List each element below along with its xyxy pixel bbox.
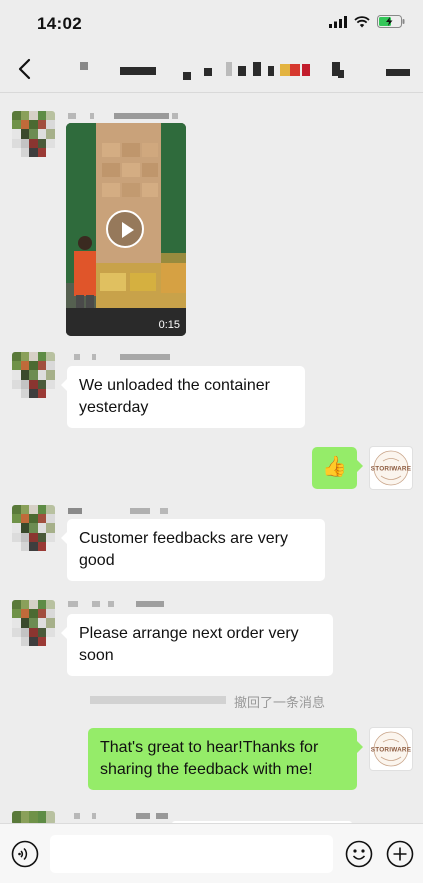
status-icons — [329, 15, 405, 28]
svg-text:STORIWARE: STORIWARE — [371, 747, 412, 754]
message-bubble[interactable]: We unloaded the container yesterday — [61, 366, 305, 428]
voice-icon[interactable] — [11, 840, 39, 868]
message-bubble[interactable]: Customer feedbacks are very good — [61, 519, 325, 581]
message-text: Please arrange next order very soon — [79, 625, 299, 664]
status-time: 14:02 — [37, 14, 82, 33]
sender-name-pixelated — [68, 598, 178, 610]
cellular-signal-icon — [329, 15, 347, 28]
storiware-logo: STORIWARE — [371, 450, 412, 486]
recall-name-pixelated — [90, 696, 226, 704]
message-bubble[interactable]: Please arrange next order very soon — [61, 614, 333, 676]
my-avatar[interactable]: STORIWARE — [369, 727, 413, 771]
sender-name-pixelated — [74, 351, 184, 363]
chevron-left-icon[interactable] — [14, 56, 36, 82]
wifi-icon — [354, 15, 370, 27]
video-message[interactable]: 0:15 — [66, 123, 186, 336]
message-bubble[interactable]: That's great to hear!Thanks for sharing … — [88, 728, 363, 790]
battery-charging-icon — [377, 15, 405, 28]
contact-avatar[interactable] — [12, 505, 55, 551]
message-input[interactable] — [50, 835, 333, 873]
video-duration: 0:15 — [158, 319, 180, 331]
thumbs-up-icon: 👍 — [322, 456, 347, 478]
emoji-icon[interactable] — [345, 840, 373, 868]
contact-avatar[interactable] — [12, 352, 55, 398]
contact-avatar[interactable] — [12, 600, 55, 646]
storiware-logo: STORIWARE — [371, 731, 412, 767]
input-bar — [0, 823, 423, 883]
message-text: That's great to hear!Thanks for sharing … — [100, 739, 319, 778]
sender-name-pixelated — [68, 505, 178, 517]
plus-icon[interactable] — [386, 840, 414, 868]
my-avatar[interactable]: STORIWARE — [369, 446, 413, 490]
sender-name-pixelated — [68, 110, 188, 122]
status-bar: 14:02 — [0, 0, 423, 46]
chat-header — [0, 46, 423, 93]
contact-avatar[interactable] — [12, 111, 55, 157]
message-bubble[interactable]: 👍 — [312, 447, 363, 489]
system-notice-recalled: 撤回了一条消息 — [0, 691, 423, 710]
play-icon[interactable] — [106, 210, 144, 248]
sender-name-pixelated — [74, 810, 184, 822]
chat-title-pixelated — [80, 62, 410, 80]
svg-text:STORIWARE: STORIWARE — [371, 466, 412, 473]
message-text: We unloaded the container yesterday — [79, 377, 270, 416]
message-text: Customer feedbacks are very good — [79, 530, 288, 569]
recall-text: 撤回了一条消息 — [234, 695, 326, 710]
